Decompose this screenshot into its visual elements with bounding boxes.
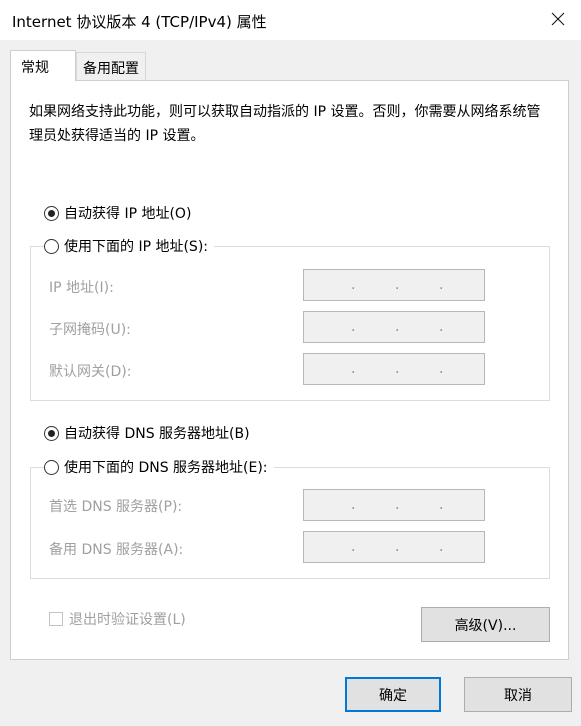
subnet-mask-label: 子网掩码(U): — [49, 322, 131, 338]
validate-settings-checkbox[interactable]: 退出时验证设置(L) — [49, 609, 186, 629]
preferred-dns-label: 首选 DNS 服务器(P): — [49, 499, 183, 515]
radio-obtain-ip-auto[interactable]: 自动获得 IP 地址(O) — [44, 203, 198, 223]
ip-address-input[interactable]: . . . — [303, 269, 485, 301]
radio-selected-dot — [48, 429, 55, 437]
tab-general[interactable]: 常规 — [10, 50, 76, 81]
radio-obtain-dns-auto[interactable]: 自动获得 DNS 服务器地址(B) — [44, 423, 256, 443]
ok-button[interactable]: 确定 — [345, 677, 441, 712]
radio-button[interactable] — [44, 205, 59, 221]
checkbox-label: 退出时验证设置(L) — [69, 612, 186, 628]
radio-button[interactable] — [44, 425, 59, 441]
alternate-dns-label: 备用 DNS 服务器(A): — [49, 542, 184, 558]
cancel-button[interactable]: 取消 — [464, 677, 572, 712]
advanced-button[interactable]: 高级(V)... — [421, 607, 550, 642]
radio-label: 自动获得 DNS 服务器地址(B) — [64, 426, 250, 442]
radio-selected-dot — [48, 209, 55, 217]
radio-button[interactable] — [44, 459, 59, 475]
close-button[interactable] — [535, 0, 581, 38]
description-text: 如果网络支持此功能，则可以获取自动指派的 IP 设置。否则，你需要从网络系统管理… — [29, 104, 541, 144]
default-gateway-label: 默认网关(D): — [49, 364, 132, 380]
subnet-mask-input[interactable]: . . . — [303, 311, 485, 343]
radio-label: 使用下面的 DNS 服务器地址(E): — [64, 460, 268, 476]
radio-label: 使用下面的 IP 地址(S): — [64, 239, 208, 255]
radio-use-following-ip[interactable]: 使用下面的 IP 地址(S): — [44, 236, 214, 256]
close-icon — [551, 12, 565, 26]
alternate-dns-input[interactable]: . . . — [303, 531, 485, 563]
ip-address-label: IP 地址(I): — [49, 280, 114, 296]
radio-use-following-dns[interactable]: 使用下面的 DNS 服务器地址(E): — [44, 457, 274, 477]
preferred-dns-input[interactable]: . . . — [303, 489, 485, 521]
window-title: Internet 协议版本 4 (TCP/IPv4) 属性 — [12, 13, 267, 31]
radio-button[interactable] — [44, 238, 59, 254]
tab-alternate-configuration[interactable]: 备用配置 — [76, 52, 146, 80]
radio-label: 自动获得 IP 地址(O) — [64, 206, 192, 222]
default-gateway-input[interactable]: . . . — [303, 353, 485, 385]
checkbox-box[interactable] — [49, 612, 63, 626]
title-bar: Internet 协议版本 4 (TCP/IPv4) 属性 — [0, 0, 581, 40]
